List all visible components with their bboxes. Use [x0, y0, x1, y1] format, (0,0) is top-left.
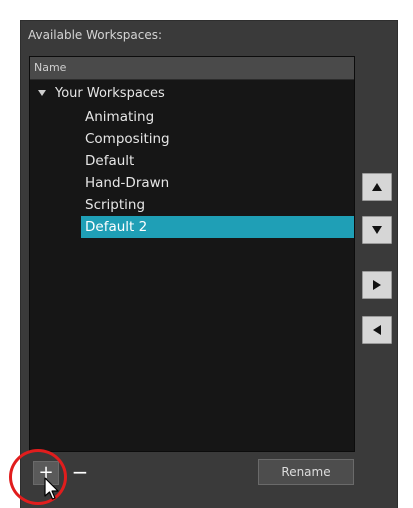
list-item[interactable]: Animating — [30, 106, 354, 128]
list-item[interactable]: Scripting — [30, 194, 354, 216]
column-header-name: Name — [34, 61, 67, 74]
workspace-items: Animating Compositing Default Hand-Drawn… — [30, 106, 354, 238]
list-header[interactable]: Name — [30, 57, 354, 80]
remove-workspace-button[interactable]: − — [69, 461, 91, 485]
list-item-selected[interactable]: Default 2 — [81, 216, 354, 238]
triangle-up-icon — [372, 183, 382, 191]
rename-button[interactable]: Rename — [258, 459, 354, 485]
list-item[interactable]: Compositing — [30, 128, 354, 150]
tree-root-label: Your Workspaces — [55, 86, 165, 101]
add-to-toolbar-button[interactable] — [362, 271, 392, 299]
expand-caret-icon[interactable] — [38, 89, 46, 96]
list-item[interactable]: Hand-Drawn — [30, 172, 354, 194]
triangle-right-icon — [373, 280, 381, 290]
workspace-manager-dialog: Available Workspaces: Name Your Workspac… — [20, 20, 398, 508]
bottom-toolbar: + − Rename — [21, 451, 397, 508]
remove-from-toolbar-button[interactable] — [362, 316, 392, 344]
mouse-pointer-icon — [44, 477, 59, 500]
move-up-button[interactable] — [362, 173, 392, 201]
workspace-list[interactable]: Name Your Workspaces Animating Compositi… — [29, 56, 355, 452]
triangle-down-icon — [372, 226, 382, 234]
tree-root-your-workspaces[interactable]: Your Workspaces — [34, 84, 350, 104]
list-item[interactable]: Default — [30, 150, 354, 172]
move-down-button[interactable] — [362, 216, 392, 244]
triangle-left-icon — [373, 325, 381, 335]
available-workspaces-label: Available Workspaces: — [28, 28, 163, 42]
